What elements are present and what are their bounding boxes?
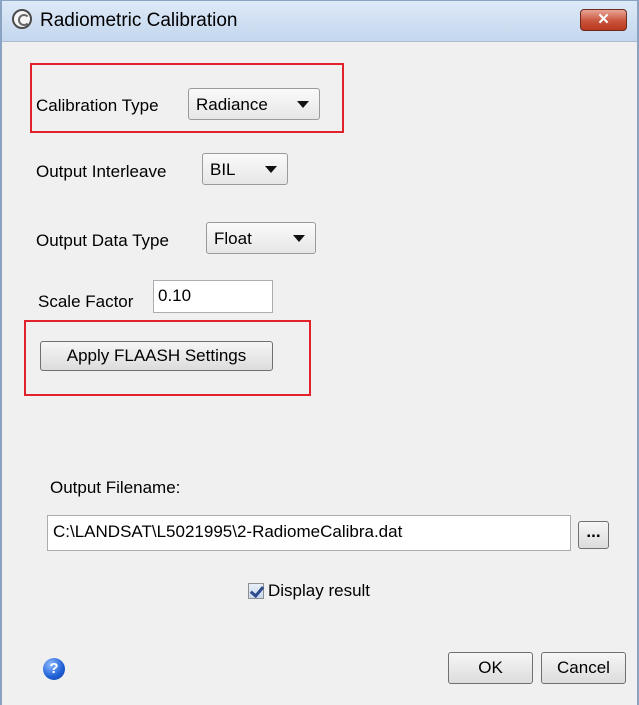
output-filename-label: Output Filename: (50, 478, 181, 497)
scale-factor-label: Scale Factor (38, 292, 134, 311)
title-bar[interactable]: Radiometric Calibration ✕ (2, 1, 637, 42)
browse-button[interactable]: ... (578, 521, 609, 549)
chevron-down-icon (265, 166, 277, 173)
window-title: Radiometric Calibration (40, 10, 238, 31)
radiometric-calibration-dialog: Radiometric Calibration ✕ Calibration Ty… (0, 0, 639, 705)
output-data-type-value: Float (214, 229, 252, 248)
cancel-button[interactable]: Cancel (541, 652, 626, 684)
output-interleave-dropdown[interactable]: BIL (202, 153, 288, 185)
output-filename-input[interactable]: C:\LANDSAT\L5021995\2-RadiomeCalibra.dat (47, 515, 571, 551)
app-icon (12, 9, 32, 29)
output-data-type-label: Output Data Type (36, 231, 169, 250)
chevron-down-icon (293, 235, 305, 242)
calibration-type-highlight (30, 63, 344, 133)
help-icon[interactable]: ? (43, 658, 65, 680)
display-result-checkbox[interactable] (248, 582, 265, 599)
checkmark-icon (249, 582, 265, 599)
output-interleave-label: Output Interleave (36, 162, 167, 181)
output-data-type-dropdown[interactable]: Float (206, 222, 316, 254)
display-result-label: Display result (268, 581, 371, 600)
scale-factor-input[interactable]: 0.10 (153, 280, 273, 313)
output-interleave-value: BIL (210, 160, 236, 179)
dialog-body: Calibration Type Radiance Output Interle… (2, 42, 637, 704)
close-icon: ✕ (597, 11, 610, 28)
close-button[interactable]: ✕ (580, 9, 627, 31)
apply-flaash-highlight (24, 320, 311, 396)
ok-button[interactable]: OK (448, 652, 533, 684)
